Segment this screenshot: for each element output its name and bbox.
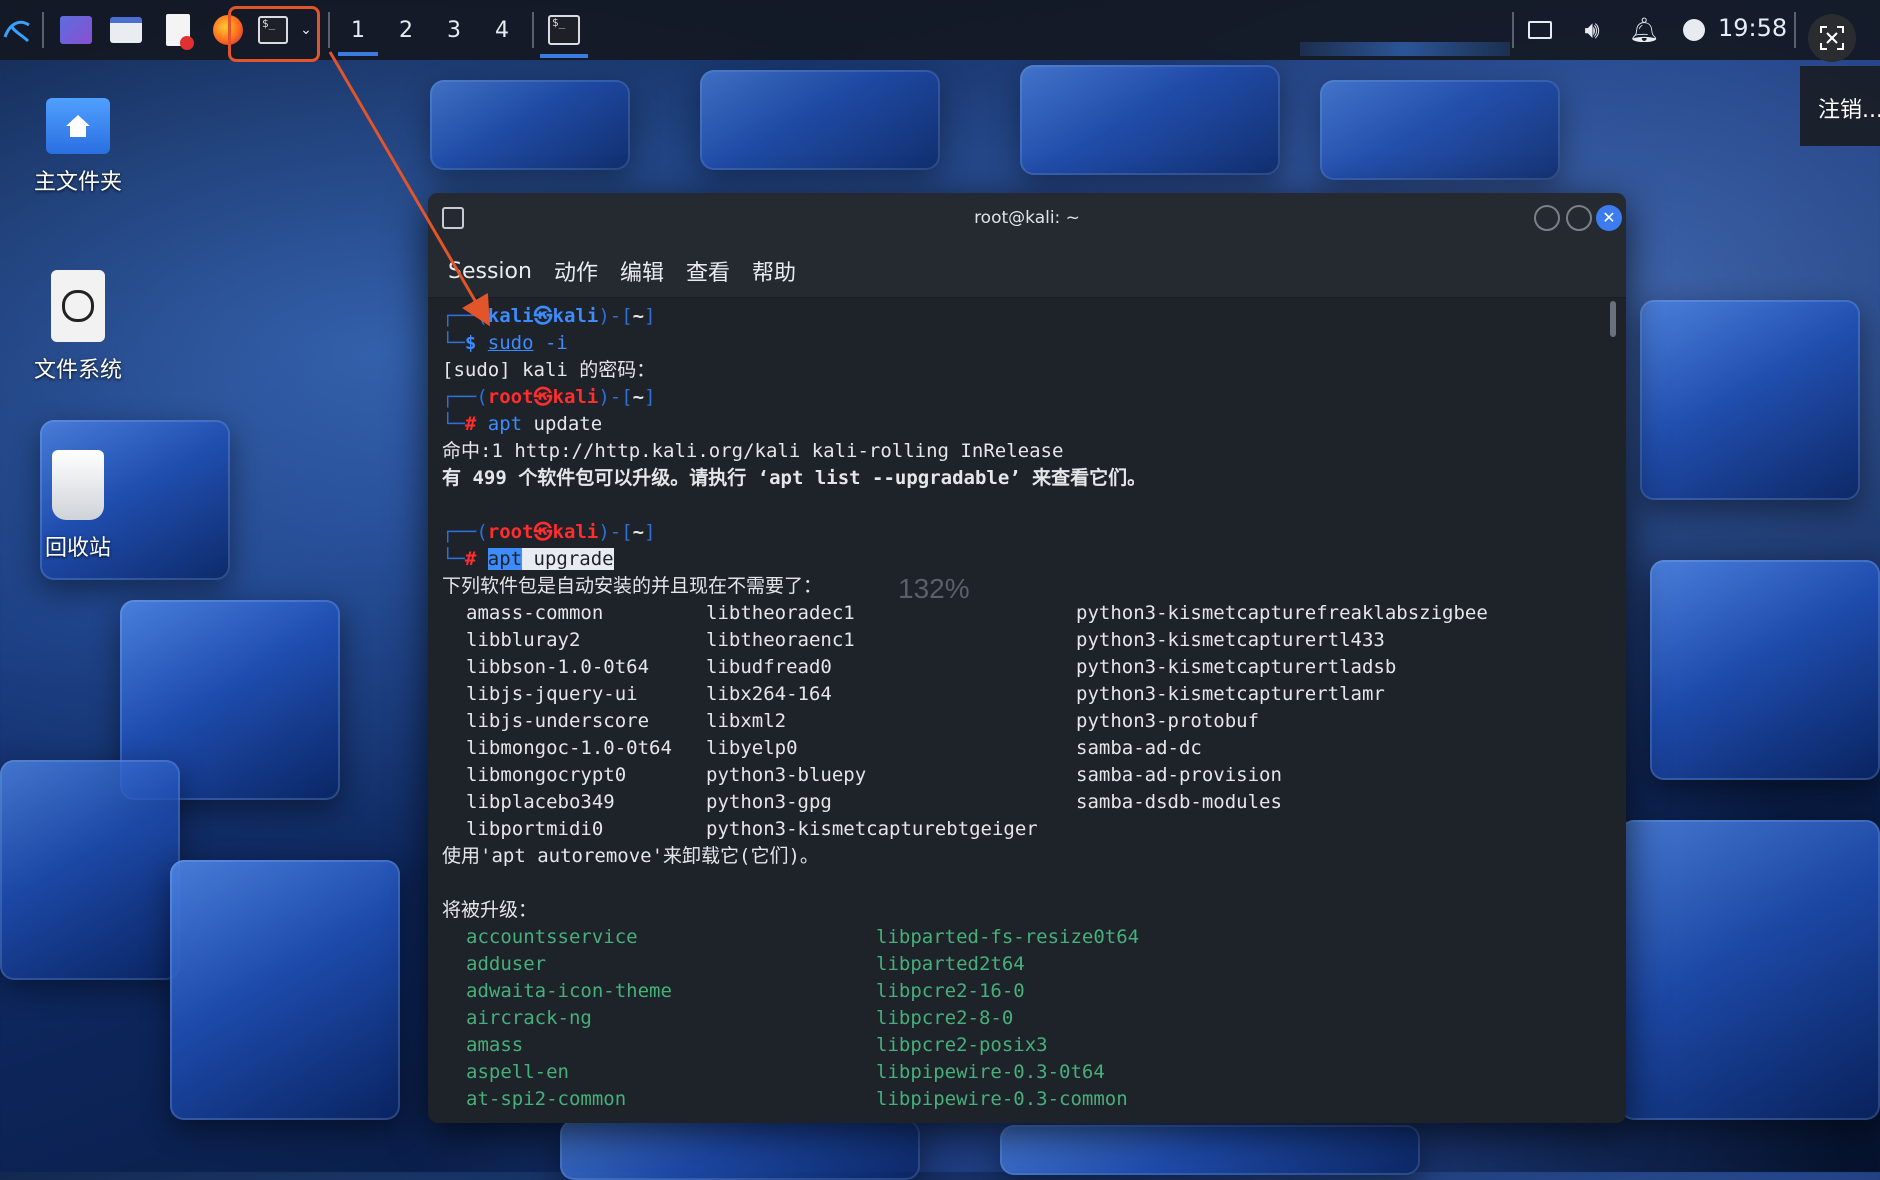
panel-separator xyxy=(42,12,44,48)
clock[interactable]: 19:58 xyxy=(1718,14,1787,42)
cpu-graph xyxy=(1300,42,1510,56)
menu-view[interactable]: 查看 xyxy=(686,255,730,287)
command-line: └─$ sudo -i xyxy=(442,332,568,354)
output-line: 下列软件包是自动安装的并且现在不需要了： xyxy=(442,575,823,597)
zoom-overlay: 132% xyxy=(898,573,970,604)
desktop-filesystem-label: 文件系统 xyxy=(33,358,122,383)
file-manager-icon[interactable] xyxy=(106,8,146,52)
menu-session[interactable]: Session xyxy=(448,259,532,284)
list-item: aircrack-ng libpcre2-8-0 xyxy=(466,1007,1014,1029)
filesystem-icon xyxy=(51,270,105,342)
top-panel: $_ ⌄ 1 2 3 4 $_ 🔊︎ 🔔︎ 19:58 xyxy=(0,0,1880,62)
list-item: libmongoc-1.0-0t64 libyelp0 samba-ad-dc xyxy=(466,737,1202,759)
workspace-4[interactable]: 4 xyxy=(482,10,522,50)
panel-separator xyxy=(1794,12,1796,48)
home-folder-icon xyxy=(46,98,110,154)
upgrade-packages: accountsservice libparted-fs-resize0t64 a… xyxy=(442,924,1612,1113)
list-item: amass libpcre2-posix3 xyxy=(466,1034,1048,1056)
power-icon[interactable] xyxy=(1676,8,1712,52)
text-editor-icon[interactable] xyxy=(158,8,198,52)
terminal-icon[interactable]: $_ xyxy=(254,8,292,52)
list-item: accountsservice libparted-fs-resize0t64 xyxy=(466,926,1140,948)
list-item: libbson-1.0-0t64 libudfread0 python3-kisme… xyxy=(466,656,1397,678)
maximize-button[interactable] xyxy=(1566,205,1592,231)
output-line: 命中:1 http://http.kali.org/kali kali-roll… xyxy=(442,440,1064,462)
desktop-trash-label: 回收站 xyxy=(44,536,111,561)
dropdown-icon[interactable]: ⌄ xyxy=(296,8,316,52)
notification-icon[interactable]: 🔔︎ xyxy=(1626,8,1662,52)
volume-icon[interactable]: 🔊︎ xyxy=(1574,8,1610,52)
scrollbar[interactable] xyxy=(1610,301,1616,337)
list-item: at-spi2-common libpipewire-0.3-common xyxy=(466,1088,1128,1110)
menu-actions[interactable]: 动作 xyxy=(554,255,598,287)
terminal-output[interactable]: ┌──(kali㉿kali)-[~] └─$ sudo -i [sudo] ka… xyxy=(428,297,1626,1123)
minimize-button[interactable] xyxy=(1534,205,1560,231)
trash-icon xyxy=(52,450,104,520)
desktop-home-label: 主文件夹 xyxy=(33,170,122,195)
panel-separator xyxy=(532,12,534,48)
active-terminal-icon[interactable]: $_ xyxy=(542,8,586,52)
desktop-trash[interactable]: 回收站 xyxy=(18,450,138,562)
active-window-indicator xyxy=(540,54,588,58)
list-item: amass-common libtheoradec1 python3-kismetc… xyxy=(466,602,1488,624)
panel-separator xyxy=(1512,12,1514,48)
window-title: root@kali: ~ xyxy=(974,208,1080,228)
menu-help[interactable]: 帮助 xyxy=(752,255,796,287)
terminal-titlebar[interactable]: root@kali: ~ ✕ xyxy=(428,193,1626,245)
output-line: 将被升级： xyxy=(442,899,538,921)
show-desktop-icon[interactable] xyxy=(56,8,96,52)
close-button[interactable]: ✕ xyxy=(1596,205,1622,231)
terminal-menubar: Session 动作 编辑 查看 帮助 xyxy=(428,245,1626,298)
kali-menu-icon[interactable] xyxy=(0,8,34,52)
list-item: libbluray2 libtheoraenc1 python3-kismetcap… xyxy=(466,629,1385,651)
workspace-2[interactable]: 2 xyxy=(386,10,426,50)
list-item: adduser libparted2t64 xyxy=(466,953,1025,975)
terminal-window[interactable]: root@kali: ~ ✕ Session 动作 编辑 查看 帮助 ┌──(k… xyxy=(428,193,1626,1123)
workspace-3[interactable]: 3 xyxy=(434,10,474,50)
command-line: └─# apt upgrade xyxy=(442,548,614,570)
unneeded-packages: amass-common libtheoradec1 python3-kismetc… xyxy=(442,600,1612,843)
list-item: libjs-underscore libxml2 python3-protobuf xyxy=(466,710,1260,732)
list-item: libjs-jquery-ui libx264-164 python3-kismet… xyxy=(466,683,1385,705)
command-line: └─# apt update xyxy=(442,413,603,435)
logout-button[interactable]: 注销... xyxy=(1800,66,1880,146)
workspace-1[interactable]: 1 xyxy=(338,10,378,56)
prompt-line: ┌──(kali㉿kali)-[~] xyxy=(442,305,656,327)
prompt-line: ┌──(root㉿kali)-[~] xyxy=(442,386,656,408)
desktop-home-folder[interactable]: 主文件夹 xyxy=(18,98,138,196)
output-line: 使用'apt autoremove'来卸载它(它们)。 xyxy=(442,845,819,867)
display-icon[interactable] xyxy=(1522,8,1558,52)
list-item: libportmidi0 python3-kismetcapturebtgeige… xyxy=(466,818,1038,840)
menu-edit[interactable]: 编辑 xyxy=(620,255,664,287)
prompt-line: ┌──(root㉿kali)-[~] xyxy=(442,521,656,543)
desktop-filesystem[interactable]: 文件系统 xyxy=(18,270,138,384)
screenshot-button[interactable] xyxy=(1808,14,1856,62)
list-item: aspell-en libpipewire-0.3-0t64 xyxy=(466,1061,1105,1083)
screenshot-icon xyxy=(1820,26,1844,50)
list-item: libplacebo349 python3-gpg samba-dsdb-modul… xyxy=(466,791,1282,813)
list-item: libmongocrypt0 python3-bluepy samba-ad-pro… xyxy=(466,764,1282,786)
output-line: [sudo] kali 的密码： xyxy=(442,359,656,381)
output-line: 有 499 个软件包可以升级。请执行 ‘apt list --upgradabl… xyxy=(442,467,1147,489)
list-item: adwaita-icon-theme libpcre2-16-0 xyxy=(466,980,1025,1002)
panel-separator xyxy=(328,12,330,48)
